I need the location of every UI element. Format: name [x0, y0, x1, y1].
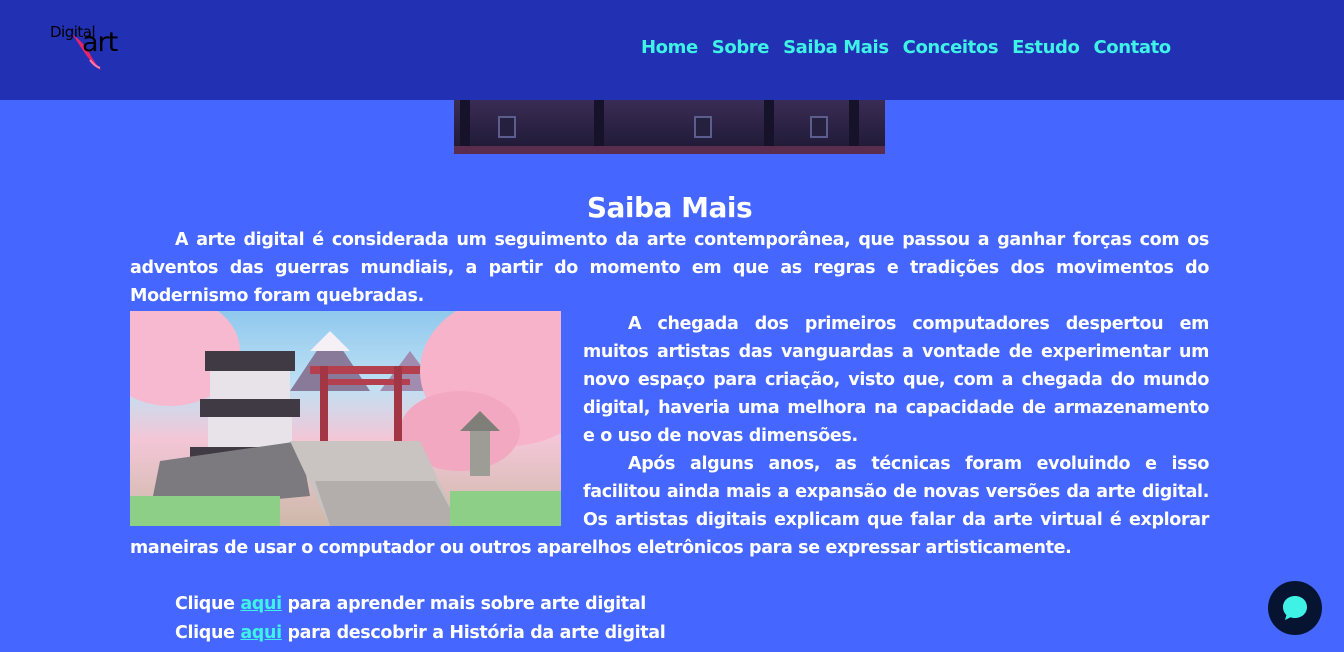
pixel-art-scene-image	[454, 100, 885, 154]
nav-estudo[interactable]: Estudo	[1012, 37, 1080, 58]
link-line-learn: Clique aqui para aprender mais sobre art…	[175, 594, 646, 614]
nav-sobre[interactable]: Sobre	[712, 37, 770, 58]
nav-home[interactable]: Home	[641, 37, 698, 58]
link-digital-art-history[interactable]: aqui	[240, 623, 282, 643]
nav-saiba-mais[interactable]: Saiba Mais	[783, 37, 889, 58]
main-content: Saiba Mais A arte digital é considerada …	[130, 190, 1209, 648]
paragraph-intro: A arte digital é considerada um seguimen…	[130, 230, 1209, 306]
page-title: Saiba Mais	[586, 191, 753, 224]
chat-button[interactable]	[1268, 581, 1322, 635]
cherry-blossom-castle-image	[130, 311, 561, 526]
nav-conceitos[interactable]: Conceitos	[903, 37, 999, 58]
site-logo[interactable]: Digital art	[48, 20, 120, 74]
nav-contato[interactable]: Contato	[1093, 37, 1171, 58]
logo-text-art: art	[82, 27, 118, 58]
main-nav: Home Sobre Saiba Mais Conceitos Estudo C…	[641, 37, 1171, 58]
link-line-history: Clique aqui para descobrir a História da…	[175, 623, 666, 643]
links-section: Clique aqui para aprender mais sobre art…	[130, 590, 1209, 648]
site-header: Digital art Home Sobre Saiba Mais Concei…	[0, 0, 1344, 100]
chat-bubble-icon	[1283, 596, 1307, 620]
link-learn-digital-art[interactable]: aqui	[240, 594, 282, 614]
